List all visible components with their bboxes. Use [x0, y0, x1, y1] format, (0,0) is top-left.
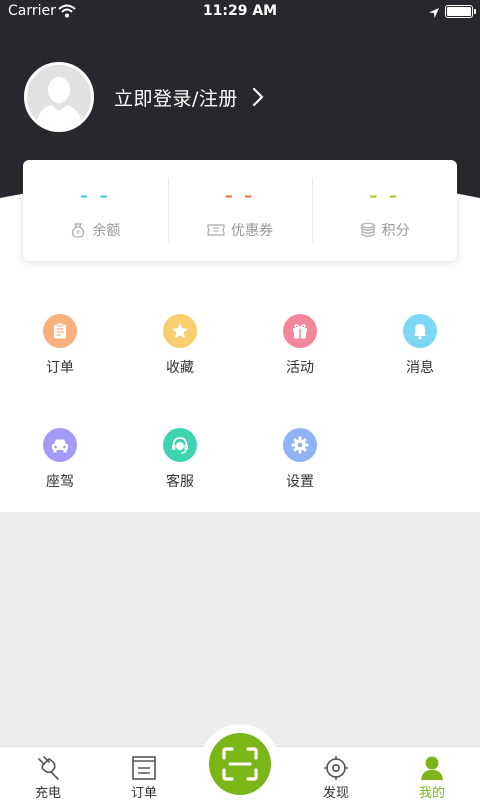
- grid-label-customer-service: 客服: [166, 474, 194, 490]
- stat-balance[interactable]: – – ¥ 余额: [23, 160, 168, 261]
- grid-item-activities[interactable]: 活动: [240, 314, 360, 377]
- clipboard-icon: [43, 314, 77, 348]
- plug-icon: [34, 755, 62, 781]
- tab-label-mine: 我的: [418, 786, 445, 800]
- status-bar: Carrier 11:29 AM: [0, 0, 480, 24]
- scan-button-container: [200, 724, 280, 800]
- grid-item-messages[interactable]: 消息: [360, 314, 480, 377]
- grid-label-settings: 设置: [286, 474, 314, 490]
- avatar[interactable]: [24, 62, 94, 132]
- clock-label: 11:29 AM: [202, 3, 278, 19]
- target-icon: [322, 755, 350, 781]
- grid-label-messages: 消息: [406, 360, 434, 376]
- account-stats-card: – – ¥ 余额 – – 优惠券 – – 积分: [23, 160, 457, 261]
- grid-label-activities: 活动: [286, 360, 314, 376]
- bell-icon: [403, 314, 437, 348]
- tab-mine[interactable]: 我的: [384, 747, 480, 800]
- coupon-icon: [207, 224, 225, 236]
- tab-label-discover: 发现: [322, 786, 349, 800]
- person-icon: [418, 755, 446, 781]
- scan-icon: [222, 747, 258, 781]
- battery-icon: [445, 5, 476, 18]
- tab-orders[interactable]: 订单: [96, 747, 192, 800]
- scan-button[interactable]: [209, 733, 271, 795]
- tab-discover[interactable]: 发现: [288, 747, 384, 800]
- car-icon: [43, 428, 77, 462]
- tab-charge[interactable]: 充电: [0, 747, 96, 800]
- stat-coupons[interactable]: – – 优惠券: [167, 160, 313, 261]
- gift-icon: [283, 314, 317, 348]
- login-register-link[interactable]: 立即登录/注册: [114, 84, 238, 111]
- coupons-label: 优惠券: [231, 223, 273, 239]
- coins-icon: [361, 222, 375, 237]
- grid-item-orders[interactable]: 订单: [0, 314, 120, 377]
- grid-label-favorites: 收藏: [166, 360, 194, 376]
- points-label: 积分: [381, 223, 410, 239]
- balance-label: 余额: [92, 223, 121, 239]
- points-value: – –: [369, 186, 400, 205]
- coupons-value: – –: [224, 186, 256, 205]
- money-bag-icon: ¥: [72, 223, 85, 238]
- headset-icon: [163, 428, 197, 462]
- login-entry[interactable]: 立即登录/注册: [24, 62, 264, 132]
- order-list-icon: [130, 755, 158, 781]
- grid-label-orders: 订单: [46, 360, 74, 376]
- balance-value: – –: [80, 186, 111, 205]
- grid-item-vehicle[interactable]: 座驾: [0, 428, 120, 491]
- gear-icon: [283, 428, 317, 462]
- tab-label-orders: 订单: [130, 786, 157, 800]
- chevron-right-icon: [252, 87, 264, 107]
- grid-label-vehicle: 座驾: [46, 474, 74, 490]
- tab-label-charge: 充电: [34, 786, 61, 800]
- star-icon: [163, 314, 197, 348]
- svg-text:¥: ¥: [76, 230, 80, 237]
- location-arrow-icon: [428, 4, 440, 23]
- grid-item-favorites[interactable]: 收藏: [120, 314, 240, 377]
- stat-points[interactable]: – – 积分: [312, 160, 457, 261]
- grid-item-settings[interactable]: 设置: [240, 428, 360, 491]
- grid-item-customer-service[interactable]: 客服: [120, 428, 240, 491]
